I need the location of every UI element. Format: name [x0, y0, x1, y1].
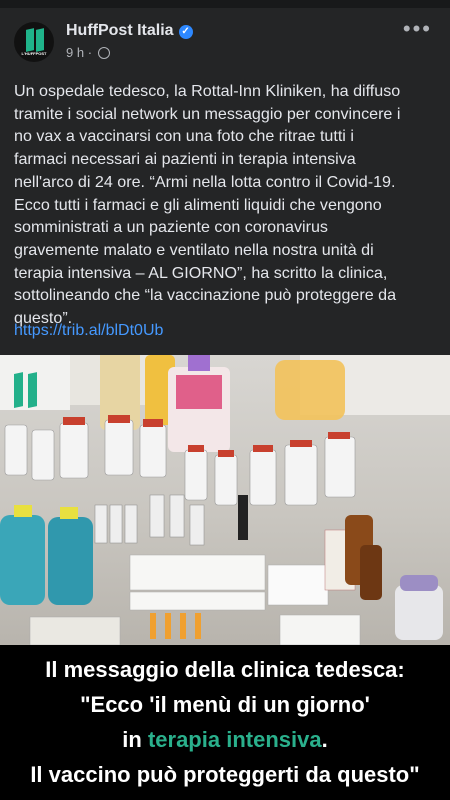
- caption-line-4: Il vaccino può proteggerti da questo": [30, 762, 420, 787]
- post-photo[interactable]: [0, 355, 450, 645]
- avatar-label: L'HUFFPOST: [21, 51, 47, 56]
- verified-badge-icon: ✓: [178, 25, 193, 39]
- logo-bar-left: [26, 28, 34, 52]
- globe-icon: [97, 47, 110, 59]
- post-time[interactable]: 9 h: [66, 45, 84, 60]
- page-name-row: HuffPost Italia ✓: [66, 22, 193, 40]
- meta-separator: ·: [87, 45, 93, 60]
- post-meta: 9 h ·: [66, 45, 110, 60]
- post-text: Un ospedale tedesco, la Rottal-Inn Klini…: [14, 82, 401, 328]
- caption-line-1: Il messaggio della clinica tedesca:: [45, 657, 405, 682]
- caption-highlight: terapia intensiva: [147, 727, 322, 752]
- status-strip: [0, 0, 450, 8]
- caption-line-3-suffix: .: [321, 727, 328, 752]
- more-options-icon[interactable]: •••: [403, 16, 432, 42]
- caption-line-3: in terapia intensiva.: [0, 727, 450, 753]
- caption-line-3-prefix: in: [122, 727, 148, 752]
- post-link[interactable]: https://trib.al/blDt0Ub: [14, 322, 163, 340]
- logo-bar-right: [36, 28, 44, 52]
- caption-banner: Il messaggio della clinica tedesca: "Ecc…: [0, 645, 450, 800]
- post-header: L'HUFFPOST HuffPost Italia ✓ 9 h · •••: [0, 8, 450, 72]
- page-avatar[interactable]: L'HUFFPOST: [14, 22, 54, 62]
- medications-photo-illustration: [0, 355, 450, 645]
- caption-line-2: "Ecco 'il menù di un giorno': [80, 692, 370, 717]
- page-name[interactable]: HuffPost Italia: [66, 22, 174, 39]
